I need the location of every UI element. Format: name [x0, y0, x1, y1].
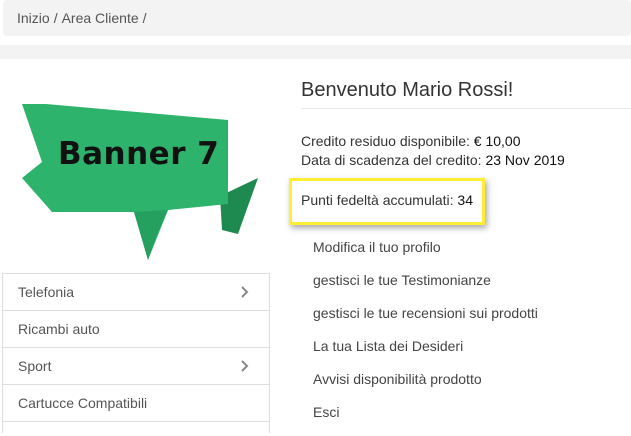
- menu-item-label: Ricambi auto: [18, 321, 100, 337]
- menu-item-label: Telefonia: [18, 284, 75, 300]
- menu-item-label: Sport: [18, 358, 52, 374]
- menu-item-cartucce-compatibili[interactable]: Cartucce Compatibili: [3, 385, 269, 422]
- welcome-heading: Benvenuto Mario Rossi!: [301, 79, 514, 101]
- points-label: Punti fedeltà accumulati:: [301, 192, 454, 208]
- divider: [301, 108, 631, 109]
- chevron-right-icon: [241, 360, 249, 372]
- link-stock-alerts[interactable]: Avvisi disponibilità prodotto: [313, 370, 538, 403]
- points-value: 34: [457, 192, 473, 208]
- content-top-bar: [0, 45, 631, 59]
- account-links: Modifica il tuo profilo gestisci le tue …: [313, 238, 538, 436]
- breadcrumb-separator-2: /: [142, 10, 147, 26]
- expiry-row: Data di scadenza del credito: 23 Nov 201…: [301, 152, 565, 168]
- menu-item-sport[interactable]: Sport: [3, 348, 269, 385]
- banner-ribbon-main: [22, 104, 228, 260]
- category-menu: Telefonia Ricambi auto Sport Cartucce Co…: [2, 273, 270, 433]
- menu-item-ricambi-auto[interactable]: Ricambi auto: [3, 311, 269, 348]
- link-logout[interactable]: Esci: [313, 403, 538, 436]
- banner-text: Banner 7: [58, 136, 220, 172]
- link-edit-profile[interactable]: Modifica il tuo profilo: [313, 238, 538, 271]
- link-testimonials[interactable]: gestisci le tue Testimonianze: [313, 271, 538, 304]
- loyalty-points-row: Punti fedeltà accumulati: 34: [301, 192, 473, 208]
- breadcrumb-current[interactable]: Area Cliente: [62, 10, 139, 26]
- breadcrumb: Inizio / Area Cliente /: [3, 0, 631, 36]
- credit-value: € 10,00: [473, 133, 521, 149]
- credit-label: Credito residuo disponibile:: [301, 133, 470, 149]
- breadcrumb-separator: /: [53, 10, 58, 26]
- breadcrumb-home[interactable]: Inizio: [17, 10, 50, 26]
- menu-item-label: Cartucce Compatibili: [18, 395, 148, 411]
- expiry-value: 23 Nov 2019: [485, 152, 565, 168]
- link-wishlist[interactable]: La tua Lista dei Desideri: [313, 337, 538, 370]
- credit-row: Credito residuo disponibile: € 10,00: [301, 133, 520, 149]
- menu-item-telefonia[interactable]: Telefonia: [3, 274, 269, 311]
- banner-image[interactable]: [22, 92, 258, 264]
- expiry-label: Data di scadenza del credito:: [301, 152, 482, 168]
- chevron-right-icon: [241, 286, 249, 298]
- link-product-reviews[interactable]: gestisci le tue recensioni sui prodotti: [313, 304, 538, 337]
